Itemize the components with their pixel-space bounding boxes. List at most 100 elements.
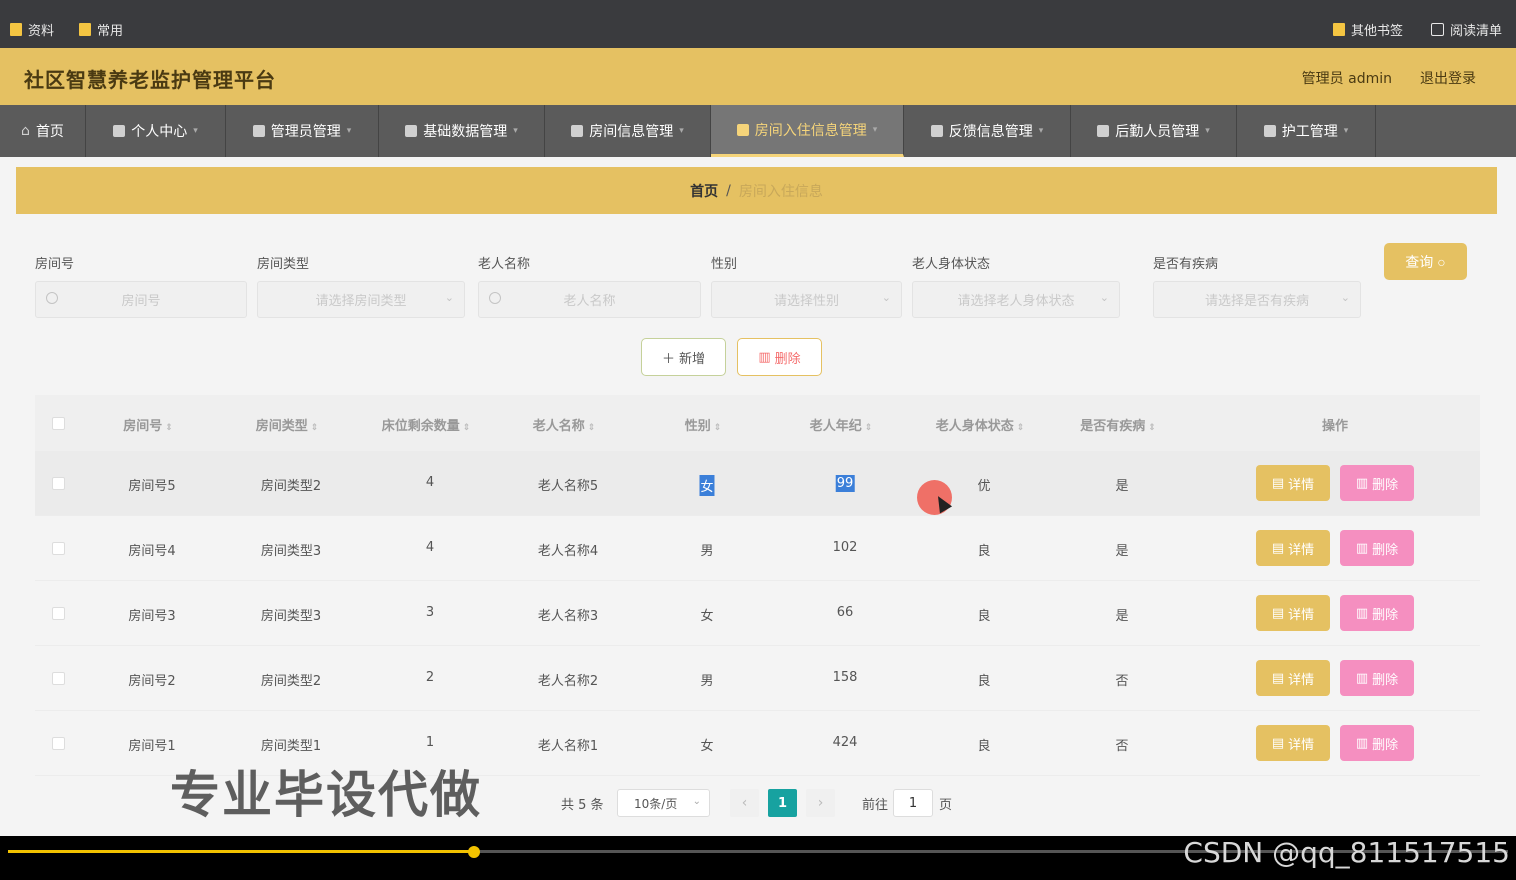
disease-select[interactable]: 请选择是否有疾病 ⌄ [1153,281,1361,318]
column-header[interactable]: 床位剩余数量 ⇕ [382,415,471,434]
chevron-left-icon: ‹ [741,795,748,811]
cell-gender: 男 [700,674,714,689]
page-size-select[interactable]: 10条/页 ⌄ [617,789,710,817]
room-type-select[interactable]: 请选择房间类型 ⌄ [257,281,465,318]
chevron-down-icon: ▾ [1343,126,1349,136]
cell-age: 424 [832,735,858,750]
row-delete-button[interactable]: ▥ 删除 [1340,595,1414,631]
page-number-current[interactable]: 1 [768,789,797,817]
plus-icon: ＋ [661,351,675,367]
sort-icon: ⇕ [1148,423,1156,433]
gender-select[interactable]: 请选择性别 ⌄ [711,281,902,318]
health-select[interactable]: 请选择老人身体状态 ⌄ [912,281,1120,318]
nav-logistics[interactable]: 后勤人员管理 ▾ [1071,105,1237,157]
column-header[interactable]: 老人名称 ⇕ [533,415,596,434]
disease-label: 是否有疾病 [1153,257,1219,272]
batch-delete-button[interactable]: ▥ 删除 [737,338,822,376]
gender-label: 性别 [711,257,738,272]
cell-disease: 否 [1115,739,1129,754]
column-header[interactable]: 性别 ⇕ [685,415,722,434]
trash-icon: ▥ [1355,540,1369,556]
mail-icon [930,125,943,137]
room-no-input[interactable]: 房间号 [35,281,247,318]
cell-type: 房间类型1 [260,739,322,754]
folder-icon [10,22,22,36]
cell-beds: 2 [425,670,435,685]
row-checkbox[interactable] [52,477,65,490]
sort-icon: ⇕ [165,423,173,433]
nav-feedback[interactable]: 反馈信息管理 ▾ [904,105,1071,157]
row-checkbox[interactable] [52,672,65,685]
bookmark-other[interactable]: 其他书签 [1333,20,1403,39]
sort-icon: ⇕ [462,423,471,433]
query-button[interactable]: 查询 ○ [1384,243,1467,280]
goto-page-input[interactable]: 1 [893,789,933,817]
chevron-down-icon: ▾ [679,126,684,136]
row-delete-button[interactable]: ▥ 删除 [1340,465,1414,501]
breadcrumb-home[interactable]: 首页 [690,181,718,201]
cell-name: 老人名称2 [537,674,599,689]
room-type-label: 房间类型 [257,257,310,272]
nav-basic-data[interactable]: 基础数据管理 ▾ [379,105,545,157]
data-icon [405,125,418,137]
nav-profile[interactable]: 个人中心 ▾ [86,105,226,157]
cell-age: 102 [832,540,858,555]
logout-link[interactable]: 退出登录 [1420,68,1476,88]
detail-button[interactable]: ▤ 详情 [1256,725,1330,761]
cell-health: 良 [977,739,991,754]
row-checkbox[interactable] [52,607,65,620]
column-header[interactable]: 老人身体状态 ⇕ [936,415,1025,434]
goto-label: 前往 [862,797,889,813]
cell-name: 老人名称4 [537,544,599,559]
add-button[interactable]: ＋ 新增 [641,338,726,376]
column-header[interactable]: 是否有疾病 ⇕ [1080,415,1156,434]
row-delete-button[interactable]: ▥ 删除 [1340,660,1414,696]
table-row: 房间号2 房间类型2 2 老人名称2 男 158 良 否 ▤ 详情 ▥ 删除 [35,646,1480,711]
video-progress-knob[interactable] [468,846,480,858]
admin-icon [252,125,265,137]
room-no-label: 房间号 [35,257,75,272]
detail-button[interactable]: ▤ 详情 [1256,660,1330,696]
detail-button[interactable]: ▤ 详情 [1256,595,1330,631]
reading-list[interactable]: 阅读清单 [1431,20,1502,39]
nav-room-info[interactable]: 房间信息管理 ▾ [545,105,711,157]
cell-health: 优 [977,479,991,494]
row-delete-button[interactable]: ▥ 删除 [1340,725,1414,761]
bookmark-folder[interactable]: 常用 [79,20,123,39]
nav-caregiver[interactable]: 护工管理 ▾ [1237,105,1376,157]
document-icon: ▤ [1271,735,1285,751]
nav-admin[interactable]: 管理员管理 ▾ [226,105,379,157]
elder-name-input[interactable]: 老人名称 [478,281,701,318]
cell-gender: 男 [700,544,714,559]
table-header: 房间号 ⇕ 房间类型 ⇕ 床位剩余数量 ⇕ 老人名称 ⇕ 性别 ⇕ 老人年纪 ⇕ 老人身体状… [35,395,1480,451]
column-header[interactable]: 房间类型 ⇕ [256,415,319,434]
prev-page-button[interactable]: ‹ [730,789,759,817]
column-header[interactable]: 老人年纪 ⇕ [810,415,873,434]
cell-beds: 4 [425,540,435,555]
detail-button[interactable]: ▤ 详情 [1256,530,1330,566]
row-checkbox[interactable] [52,737,65,750]
cell-age: 66 [836,605,854,620]
row-delete-button[interactable]: ▥ 删除 [1340,530,1414,566]
elder-name-label: 老人名称 [478,257,531,272]
caregiver-icon [1263,125,1276,137]
search-icon: ○ [1437,253,1446,270]
main-nav: ⌂ 首页 个人中心 ▾ 管理员管理 ▾ 基础数据管理 ▾ 房间信息管理 ▾ 房间… [0,105,1516,157]
nav-room-checkin[interactable]: 房间入住信息管理 ▾ [711,105,904,157]
row-checkbox[interactable] [52,542,65,555]
cell-name: 老人名称5 [537,479,599,494]
select-all-checkbox[interactable] [52,417,65,430]
nav-home[interactable]: ⌂ 首页 [0,105,86,157]
video-progress-played [8,850,474,853]
next-page-button[interactable]: › [806,789,835,817]
detail-button[interactable]: ▤ 详情 [1256,465,1330,501]
chevron-right-icon: › [817,795,824,811]
column-header[interactable]: 房间号 ⇕ [123,415,173,434]
sort-icon: ⇕ [1016,423,1025,433]
bookmark-folder[interactable]: 资料 [10,20,54,39]
table-row: 房间号3 房间类型3 3 老人名称3 女 66 良 是 ▤ 详情 ▥ 删除 [35,581,1480,646]
chevron-down-icon: ▾ [513,126,518,136]
search-icon [46,292,58,304]
cell-gender: 女 [700,739,714,754]
checkin-table: 房间号 ⇕ 房间类型 ⇕ 床位剩余数量 ⇕ 老人名称 ⇕ 性别 ⇕ 老人年纪 ⇕ 老人身体状… [35,395,1480,785]
